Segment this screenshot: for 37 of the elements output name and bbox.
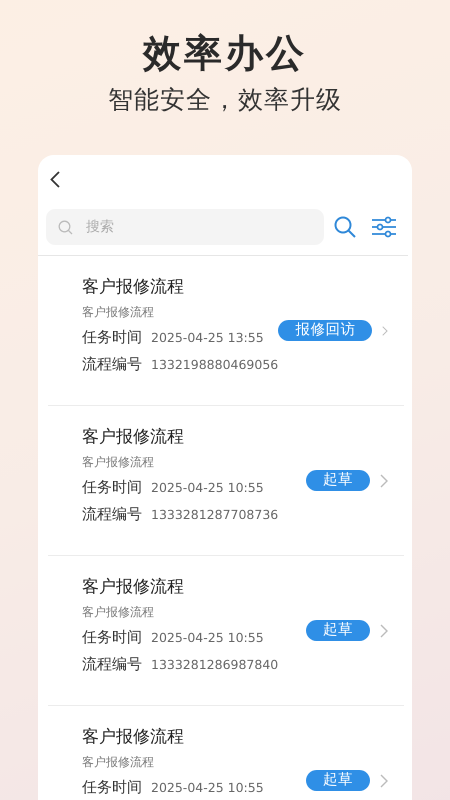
field-value: 2025-04-25 10:55 xyxy=(151,630,264,645)
task-subtitle: 客户报修流程 xyxy=(82,604,155,620)
field-value: 1333281287708736 xyxy=(151,507,278,522)
task-subtitle: 客户报修流程 xyxy=(82,304,155,320)
task-title: 客户报修流程 xyxy=(82,576,185,598)
field-value: 1333281286987840 xyxy=(151,657,278,672)
search-icon xyxy=(58,220,73,235)
task-title: 客户报修流程 xyxy=(82,276,185,298)
chevron-right-icon[interactable] xyxy=(380,774,388,788)
field-label: 任务时间 xyxy=(82,778,142,797)
task-subtitle: 客户报修流程 xyxy=(82,754,155,770)
field-value: 2025-04-25 10:55 xyxy=(151,780,264,795)
field-label: 流程编号 xyxy=(82,655,142,674)
search-field[interactable]: 搜索 xyxy=(46,209,324,245)
chevron-right-icon[interactable] xyxy=(382,324,388,338)
chevron-right-icon[interactable] xyxy=(380,474,388,488)
status-badge[interactable]: 起草 xyxy=(306,470,370,491)
field-label: 流程编号 xyxy=(82,505,142,524)
field-value: 2025-04-25 13:55 xyxy=(151,330,264,345)
search-icon[interactable] xyxy=(334,216,356,238)
filter-icon[interactable] xyxy=(372,216,396,238)
task-title: 客户报修流程 xyxy=(82,426,185,448)
task-title: 客户报修流程 xyxy=(82,726,185,748)
task-subtitle: 客户报修流程 xyxy=(82,454,155,470)
headline: 效率办公 xyxy=(143,30,307,76)
field-label: 任务时间 xyxy=(82,328,142,347)
field-value: 2025-04-25 10:55 xyxy=(151,480,264,495)
subheadline: 智能安全，效率升级 xyxy=(108,84,342,116)
status-badge[interactable]: 起草 xyxy=(306,620,370,641)
back-icon[interactable] xyxy=(50,170,60,188)
field-value: 1332198880469056 xyxy=(151,357,278,372)
status-badge[interactable]: 起草 xyxy=(306,770,370,791)
field-label: 流程编号 xyxy=(82,355,142,374)
status-badge[interactable]: 报修回访 xyxy=(278,320,372,341)
field-label: 任务时间 xyxy=(82,478,142,497)
field-label: 任务时间 xyxy=(82,628,142,647)
chevron-right-icon[interactable] xyxy=(380,624,388,638)
